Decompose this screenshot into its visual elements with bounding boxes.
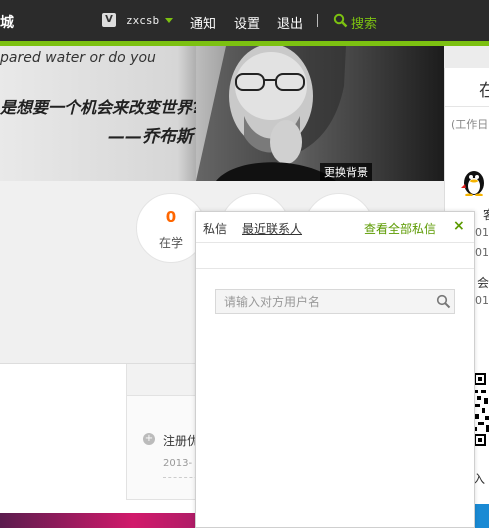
top-navbar: 城 V zxcsb 通知 设置 退出 搜索 [0,0,489,41]
banner-signature: ——乔布斯 [108,127,193,147]
page: 城 V zxcsb 通知 设置 退出 搜索 pared water or do … [0,0,489,528]
site-city-label[interactable]: 城 [0,12,14,32]
member-label: 会 [477,276,489,290]
activity-card: + 注册优 2013- [126,364,203,500]
profile-banner: pared water or do you 是想要一个机会来改变世界? ——乔布… [0,46,444,181]
divider [445,106,489,107]
banner-portrait-image [196,46,444,181]
username-search-input[interactable] [216,290,426,313]
banner-quote-chinese: 是想要一个机会来改变世界? [0,98,202,117]
phone-number: 010 [475,294,489,307]
phone-number: 010 [475,226,489,239]
card-header [127,364,200,396]
tab-recent-contacts[interactable]: 最近联系人 [242,220,302,237]
banner-quote-english: pared water or do you [0,50,156,66]
right-sidebar-title: 在 [479,81,489,101]
customer-service-label: 客 [483,206,489,223]
plus-icon[interactable]: + [143,433,155,445]
blue-promo-block[interactable] [473,504,489,528]
popup-header: 私信 最近联系人 查看全部私信 × [196,212,474,243]
qr-code-image [473,372,489,448]
search-icon[interactable] [333,13,348,28]
close-icon[interactable]: × [453,218,465,234]
private-message-popup: 私信 最近联系人 查看全部私信 × [195,211,475,528]
search-icon[interactable] [436,294,451,309]
chevron-down-icon[interactable] [165,18,173,23]
username-link[interactable]: zxcsb [126,14,159,27]
tab-private-messages[interactable]: 私信 [203,220,227,237]
logout-link[interactable]: 退出 [277,13,303,32]
notifications-link[interactable]: 通知 [190,13,216,32]
search-link[interactable]: 搜索 [351,13,377,32]
activity-title[interactable]: 注册优 [163,432,199,449]
phone-number: 010 [475,246,489,259]
qq-penguin-icon[interactable] [461,168,487,196]
change-background-button[interactable]: 更换背景 [320,163,372,181]
settings-link[interactable]: 设置 [234,13,260,32]
vip-badge-icon: V [102,13,116,27]
username-search-box [215,289,455,314]
divider [196,268,474,269]
view-all-messages-link[interactable]: 查看全部私信 [364,220,436,237]
activity-date: 2013- [163,458,193,469]
nav-divider [317,14,318,27]
right-sidebar-subtitle: (工作日 [451,118,489,131]
